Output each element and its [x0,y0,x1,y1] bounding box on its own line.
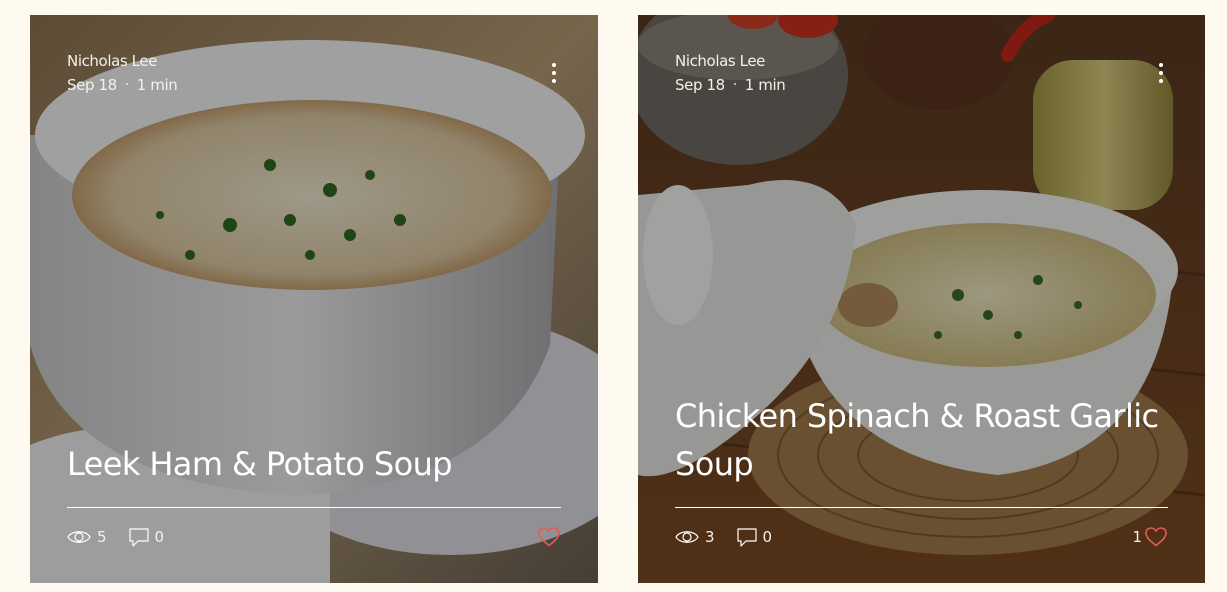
post-meta: Sep 18 · 1 min [675,76,786,94]
likes-value: 1 [1132,528,1142,546]
post-stats: 5 0 [67,525,186,549]
post-stats: 3 0 [675,525,794,549]
meta-separator: · [732,77,737,93]
comments-count[interactable]: 0 [736,527,773,547]
like-button[interactable]: 1 [1132,525,1167,549]
post-date: Sep 18 [675,76,725,94]
post-card[interactable]: Nicholas Lee Sep 18 · 1 min Chicken Spin… [638,15,1205,583]
post-author[interactable]: Nicholas Lee [675,52,765,70]
views-count: 5 [67,528,107,546]
like-button[interactable] [535,525,560,549]
views-value: 5 [97,528,107,546]
comment-icon [128,527,149,547]
image-overlay [30,15,598,583]
post-read-time: 1 min [136,76,178,94]
heart-icon [538,527,560,547]
comment-icon [736,527,757,547]
divider [675,507,1168,508]
post-date: Sep 18 [67,76,117,94]
post-read-time: 1 min [744,76,786,94]
comments-value: 0 [154,528,165,546]
post-title[interactable]: Chicken Spinach & Roast Garlic Soup [675,392,1168,488]
comments-count[interactable]: 0 [128,527,165,547]
views-value: 3 [705,528,715,546]
meta-separator: · [124,77,129,93]
post-meta: Sep 18 · 1 min [67,76,178,94]
eye-icon [675,531,699,543]
post-card[interactable]: Nicholas Lee Sep 18 · 1 min Leek Ham & P… [30,15,598,583]
comments-value: 0 [762,528,773,546]
views-count: 3 [675,528,715,546]
divider [67,507,561,508]
post-title[interactable]: Leek Ham & Potato Soup [67,440,561,488]
image-overlay [638,15,1205,583]
heart-icon [1145,527,1167,547]
eye-icon [67,531,91,543]
more-icon[interactable] [1157,63,1165,85]
post-author[interactable]: Nicholas Lee [67,52,157,70]
more-icon[interactable] [550,63,558,85]
